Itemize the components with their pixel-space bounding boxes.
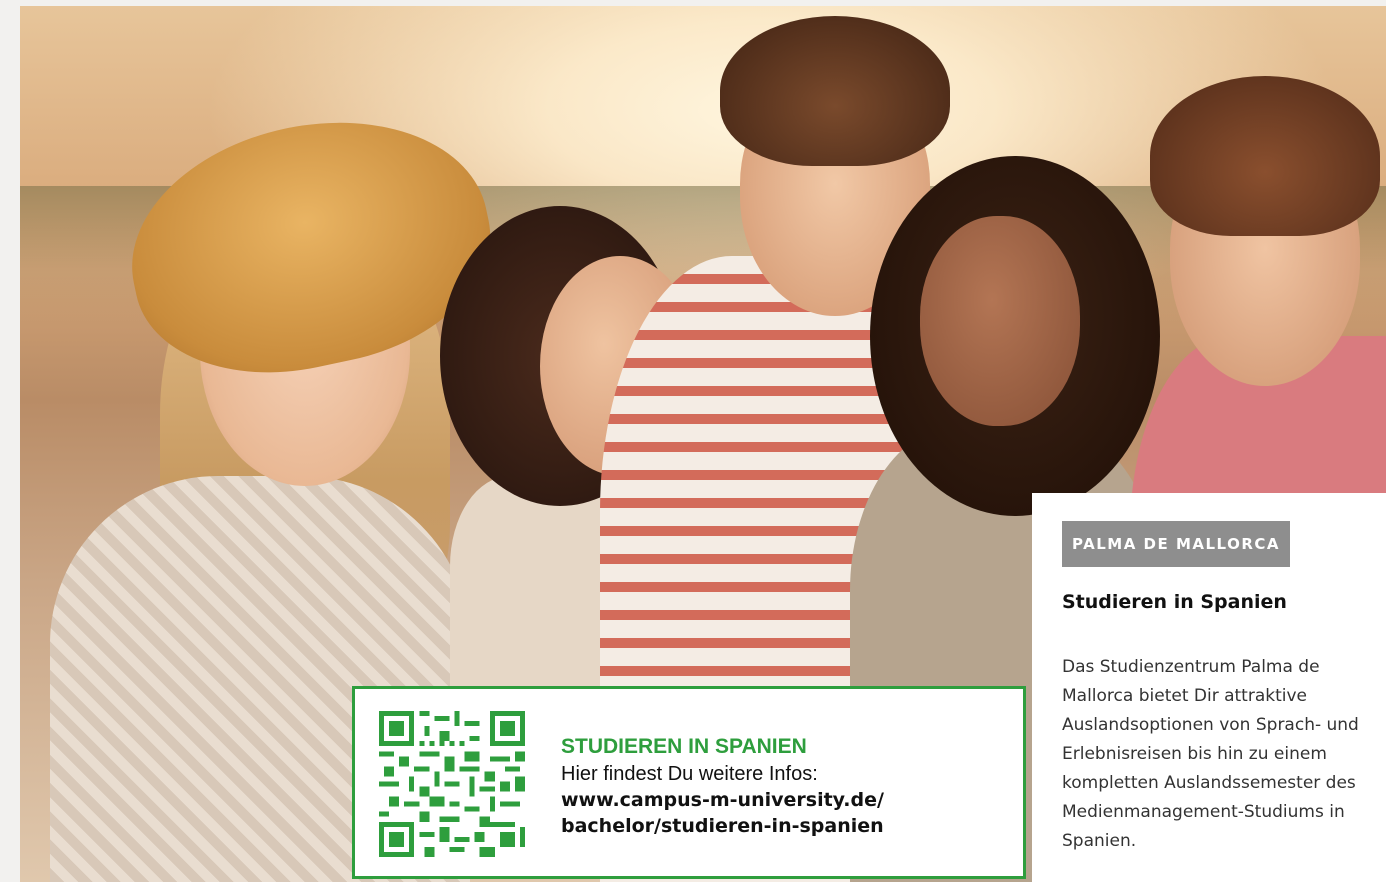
qr-code-icon — [379, 711, 525, 857]
article-card[interactable]: PALMA DE MALLORCA Studieren in Spanien D… — [1032, 493, 1386, 882]
qr-text-block: STUDIEREN IN SPANIEN Hier findest Du wei… — [561, 733, 1011, 839]
qr-link-line-1[interactable]: www.campus-m-university.de/ — [561, 787, 1011, 813]
qr-info-box: STUDIEREN IN SPANIEN Hier findest Du wei… — [352, 686, 1026, 879]
qr-heading: STUDIEREN IN SPANIEN — [561, 735, 807, 758]
qr-link-line-2[interactable]: bachelor/studieren-in-spanien — [561, 813, 1011, 839]
person-3-hair — [720, 16, 950, 166]
location-tag[interactable]: PALMA DE MALLORCA — [1062, 521, 1290, 567]
person-4-face — [920, 216, 1080, 426]
qr-intro: Hier findest Du weitere Infos: — [561, 763, 818, 785]
card-description: Das Studienzentrum Palma de Mallorca bie… — [1062, 657, 1359, 851]
person-5-hair — [1150, 76, 1380, 236]
card-title[interactable]: Studieren in Spanien — [1062, 591, 1287, 613]
